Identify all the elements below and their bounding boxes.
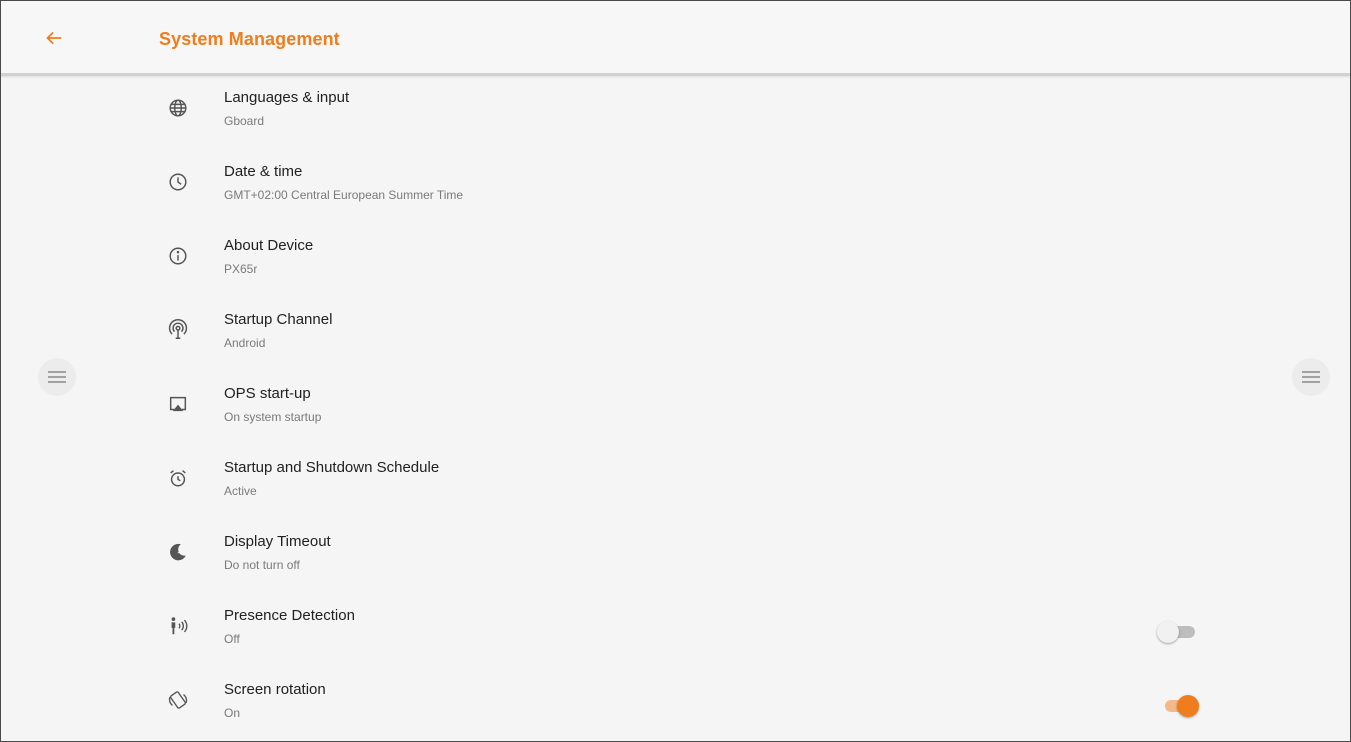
setting-presence-detection[interactable]: Presence Detection Off [1,594,1350,668]
page-title: System Management [159,29,340,49]
screen-rotation-icon [166,688,190,712]
setting-ops-startup[interactable]: OPS start-up On system startup [1,372,1350,446]
clock-icon [166,170,190,194]
back-button[interactable] [41,25,67,51]
settings-list: Languages & input Gboard Date & time GMT… [1,76,1350,741]
setting-startup-shutdown-schedule[interactable]: Startup and Shutdown Schedule Active [1,446,1350,520]
setting-subtitle: Off [224,632,240,646]
setting-languages-input[interactable]: Languages & input Gboard [1,76,1350,150]
setting-title: About Device [224,237,314,254]
info-icon [166,244,190,268]
screen-rotation-toggle[interactable] [1157,694,1201,718]
arrow-left-icon [43,27,65,49]
setting-subtitle: On [224,706,241,720]
setting-subtitle: Active [224,484,257,498]
hamburger-menu-icon [1301,370,1321,384]
toggle-thumb [1157,621,1179,643]
setting-subtitle: Gboard [224,114,265,128]
cast-screen-icon [166,392,190,416]
app-bar: System Management [1,1,1350,76]
settings-window: System Management Languages & input Gboa… [0,0,1351,742]
presence-sensor-icon [166,614,190,638]
presence-detection-toggle[interactable] [1157,620,1201,644]
setting-title: Date & time [224,163,303,180]
alarm-clock-icon [166,466,190,490]
left-side-menu-button[interactable] [38,358,76,396]
setting-title: OPS start-up [224,385,311,402]
broadcast-antenna-icon [166,318,190,342]
setting-subtitle: On system startup [224,410,322,424]
setting-subtitle: Android [224,336,266,350]
setting-date-time[interactable]: Date & time GMT+02:00 Central European S… [1,150,1350,224]
globe-icon [166,96,190,120]
setting-startup-channel[interactable]: Startup Channel Android [1,298,1350,372]
toggle-thumb [1177,695,1199,717]
setting-screen-rotation[interactable]: Screen rotation On [1,668,1350,741]
right-side-menu-button[interactable] [1292,358,1330,396]
setting-title: Languages & input [224,89,350,106]
setting-display-timeout[interactable]: Display Timeout Do not turn off [1,520,1350,594]
setting-subtitle: Do not turn off [224,558,300,572]
sleep-moon-icon [166,540,190,564]
setting-title: Screen rotation [224,681,326,698]
setting-subtitle: PX65r [224,262,258,276]
hamburger-menu-icon [47,370,67,384]
setting-about-device[interactable]: About Device PX65r [1,224,1350,298]
setting-title: Presence Detection [224,607,355,624]
setting-title: Display Timeout [224,533,331,550]
setting-title: Startup Channel [224,311,333,328]
setting-subtitle: GMT+02:00 Central European Summer Time [224,188,464,202]
setting-title: Startup and Shutdown Schedule [224,459,440,476]
